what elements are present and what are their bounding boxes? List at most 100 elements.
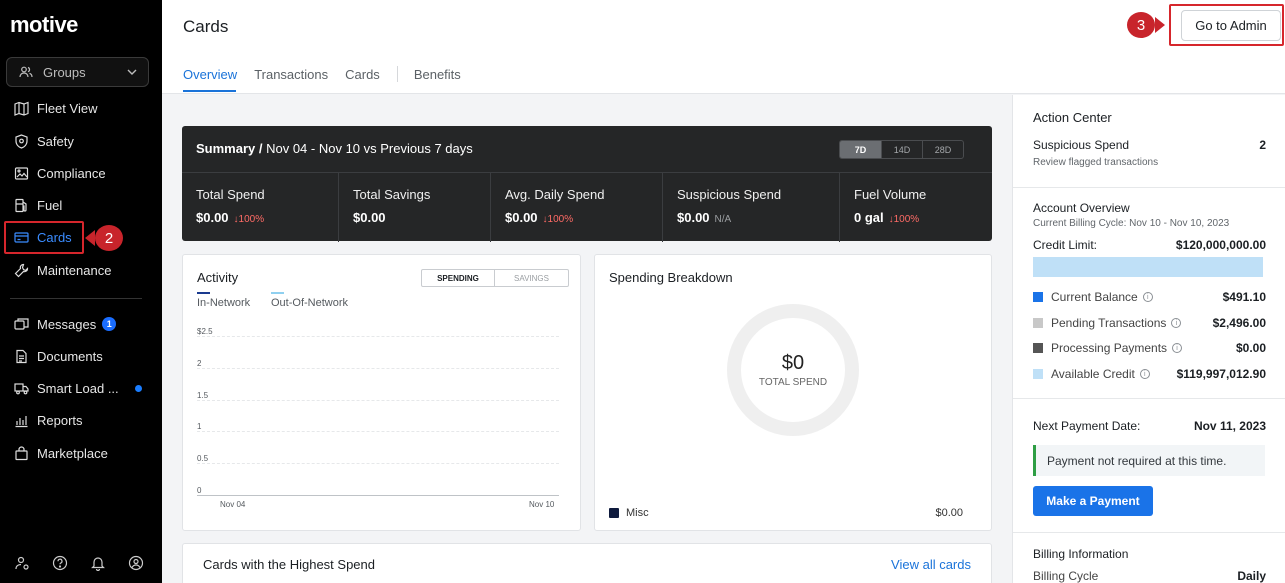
view-all-cards-link[interactable]: View all cards xyxy=(891,557,971,572)
help-icon[interactable] xyxy=(52,555,68,571)
balance-value: $2,496.00 xyxy=(1212,316,1266,330)
sidebar: motive Groups Fleet View Safety Complian… xyxy=(0,0,162,583)
metric-delta: ↓100% xyxy=(888,214,920,225)
metric-label: Total Savings xyxy=(353,187,431,202)
section-divider xyxy=(1013,398,1285,399)
legend-label: Misc xyxy=(626,507,649,519)
tab-overview[interactable]: Overview xyxy=(183,67,237,82)
sidebar-footer xyxy=(14,555,144,571)
breakdown-legend-row: Misc $0.00 xyxy=(609,507,963,519)
range-7d[interactable]: 7D xyxy=(840,141,881,158)
available-credit-row: Available Credit i $119,997,012.90 xyxy=(1033,367,1266,381)
range-14d[interactable]: 14D xyxy=(881,141,922,158)
image-document-icon xyxy=(13,165,29,181)
suspicious-spend-sub: Review flagged transactions xyxy=(1033,157,1159,168)
metric-label: Total Spend xyxy=(196,187,265,202)
balance-label: Processing Payments xyxy=(1051,341,1168,355)
range-28d[interactable]: 28D xyxy=(922,141,963,158)
billing-cycle-row: Billing Cycle Daily xyxy=(1033,569,1266,583)
legend-swatch xyxy=(609,508,619,518)
current-balance-row: Current Balance i $491.10 xyxy=(1033,290,1266,304)
metric-total-savings: Total Savings $0.00 xyxy=(339,173,491,242)
callout-pointer xyxy=(1155,17,1165,33)
bell-icon[interactable] xyxy=(90,555,106,571)
right-panel: Action Center Suspicious Spend 2 Review … xyxy=(1012,95,1285,583)
legend-swatch xyxy=(1033,343,1043,353)
legend-swatch xyxy=(197,292,210,294)
metric-value: $0.00 xyxy=(196,210,229,225)
metric-label: Avg. Daily Spend xyxy=(505,187,605,202)
toggle-savings[interactable]: SAVINGS xyxy=(495,270,568,286)
sidebar-item-fleet-view[interactable]: Fleet View xyxy=(6,94,156,122)
billing-info-title: Billing Information xyxy=(1033,547,1129,561)
messages-count-badge: 1 xyxy=(102,317,117,331)
chevron-down-icon xyxy=(126,66,138,78)
summary-title-bold: Summary / xyxy=(196,141,263,156)
sidebar-item-fuel[interactable]: Fuel xyxy=(6,191,156,219)
sidebar-item-label: Compliance xyxy=(37,165,106,181)
sidebar-item-compliance[interactable]: Compliance xyxy=(6,159,156,187)
metric-delta: ↓100% xyxy=(542,214,574,225)
sidebar-item-documents[interactable]: Documents xyxy=(6,342,156,370)
groups-dropdown[interactable]: Groups xyxy=(6,57,149,87)
profile-icon[interactable] xyxy=(128,555,144,571)
x-tick-label: Nov 04 xyxy=(220,500,246,509)
info-icon[interactable]: i xyxy=(1172,343,1183,353)
metric-label: Suspicious Spend xyxy=(677,187,782,202)
suspicious-spend-row[interactable]: Suspicious Spend 2 xyxy=(1033,138,1266,152)
make-payment-button[interactable]: Make a Payment xyxy=(1033,486,1153,516)
gridline xyxy=(197,431,559,433)
sidebar-item-marketplace[interactable]: Marketplace xyxy=(6,439,156,467)
donut-total-amount: $0 xyxy=(781,352,805,374)
sidebar-item-label: Messages xyxy=(37,316,97,332)
metric-value: $0.00 xyxy=(353,210,386,225)
truck-icon xyxy=(13,380,29,396)
page-title: Cards xyxy=(183,17,229,36)
gridline xyxy=(197,336,559,337)
sidebar-divider xyxy=(10,298,142,299)
balance-value: $491.10 xyxy=(1222,290,1266,304)
tab-transactions[interactable]: Transactions xyxy=(254,67,328,82)
billing-cycle-value: Daily xyxy=(1237,569,1266,583)
callout-admin: 3 xyxy=(1127,12,1165,38)
motive-logo[interactable]: motive xyxy=(10,12,78,38)
account-overview-title: Account Overview xyxy=(1033,201,1130,215)
sidebar-item-smart-load[interactable]: Smart Load ... xyxy=(6,374,156,402)
info-icon[interactable]: i xyxy=(1139,369,1150,379)
billing-cycle-line: Current Billing Cycle: Nov 10 - Nov 10, … xyxy=(1033,218,1230,229)
metric-label: Fuel Volume xyxy=(854,187,927,202)
active-tab-indicator xyxy=(183,90,236,92)
sidebar-item-label: Fleet View xyxy=(37,100,98,116)
tab-benefits[interactable]: Benefits xyxy=(414,67,461,82)
sidebar-item-maintenance[interactable]: Maintenance xyxy=(6,256,156,284)
payment-notice: Payment not required at this time. xyxy=(1033,445,1265,476)
tab-cards[interactable]: Cards xyxy=(345,67,380,82)
processing-payments-row: Processing Payments i $0.00 xyxy=(1033,341,1266,355)
map-icon xyxy=(13,100,29,116)
donut-total-label: TOTAL SPEND xyxy=(758,377,828,388)
info-icon[interactable]: i xyxy=(1171,318,1182,328)
info-icon[interactable]: i xyxy=(1142,292,1153,302)
sidebar-item-label: Maintenance xyxy=(37,262,112,278)
credit-limit-value: $120,000,000.00 xyxy=(1175,238,1266,252)
wrench-icon xyxy=(13,262,29,278)
groups-label: Groups xyxy=(43,64,86,80)
sidebar-item-messages[interactable]: Messages 1 xyxy=(6,310,156,338)
pending-transactions-row: Pending Transactions i $2,496.00 xyxy=(1033,316,1266,330)
y-tick-label: 1 xyxy=(197,422,202,432)
y-tick-label: 0 xyxy=(197,486,202,495)
sidebar-item-safety[interactable]: Safety xyxy=(6,127,156,155)
sidebar-item-label: Smart Load ... xyxy=(37,380,119,396)
section-divider xyxy=(1013,187,1285,188)
document-icon xyxy=(13,348,29,364)
metric-value: $0.00 xyxy=(505,210,538,225)
sidebar-item-reports[interactable]: Reports xyxy=(6,406,156,434)
callout-number: 3 xyxy=(1127,12,1155,38)
legend-swatch xyxy=(271,292,284,294)
activity-card: Activity SPENDING SAVINGS In-Network Out… xyxy=(182,254,581,531)
page-header: Cards Overview Transactions Cards Benefi… xyxy=(162,0,1285,94)
user-settings-icon[interactable] xyxy=(14,555,30,571)
toggle-spending[interactable]: SPENDING xyxy=(422,270,495,286)
next-payment-value: Nov 11, 2023 xyxy=(1193,419,1266,433)
sidebar-item-label: Reports xyxy=(37,412,83,428)
